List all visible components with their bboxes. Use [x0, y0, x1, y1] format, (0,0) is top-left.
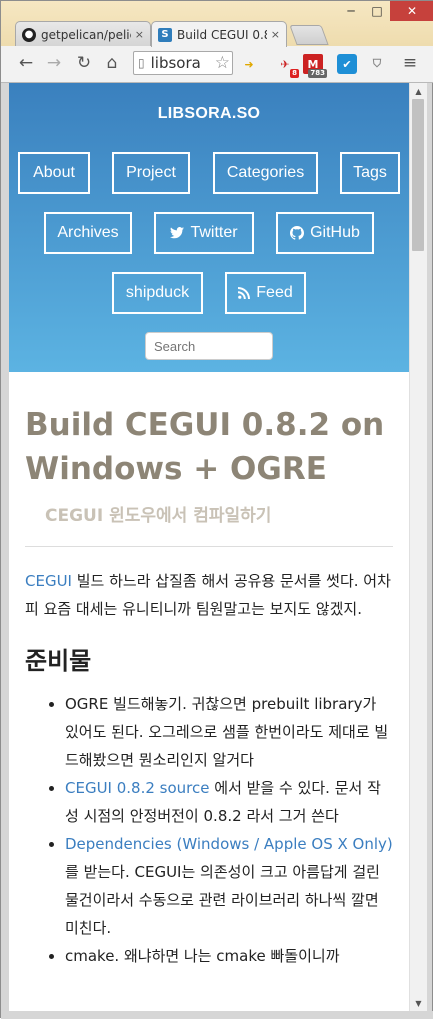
article-title: Build CEGUI 0.8.2 on Windows + OGRE — [25, 407, 385, 487]
forward-button[interactable]: → — [43, 52, 65, 74]
page-icon: ▯ — [138, 56, 145, 70]
search-input[interactable] — [145, 332, 273, 360]
browser-toolbar: ← → ↻ ⌂ ▯ libsora ☆ ➜ ✈ 8 M 783 ✔ ⛉ ≡ — [1, 46, 433, 83]
intro-paragraph: CEGUI 빌드 하느라 삽질좀 해서 공유용 문서를 썻다. 어차피 요즘 대… — [25, 567, 393, 623]
github-icon — [290, 226, 305, 240]
gmail-extension-icon[interactable]: M 783 — [303, 54, 327, 78]
scroll-up-icon[interactable]: ▲ — [410, 83, 427, 99]
tab-bar: ● getpelican/pelic × S Build CEGUI 0.8 ×… — [1, 1, 433, 47]
s-icon: S — [158, 27, 172, 42]
nav-label: Archives — [57, 224, 119, 241]
arrow-extension-icon[interactable]: ➜ — [239, 54, 259, 74]
home-button[interactable]: ⌂ — [101, 52, 123, 74]
list-item: CEGUI 0.8.2 source 에서 받을 수 있다. 문서 작성 시점의… — [65, 774, 393, 830]
divider — [25, 546, 393, 547]
article-subtitle: CEGUI 윈도우에서 컴파일하기 — [45, 506, 272, 526]
section-heading: 준비물 — [25, 647, 92, 675]
nav-label: GitHub — [310, 224, 360, 241]
list-item: Dependencies (Windows / Apple OS X Only)… — [65, 830, 393, 942]
nav-label: Tags — [353, 164, 387, 181]
github-icon: ● — [22, 27, 36, 42]
reload-button[interactable]: ↻ — [73, 52, 95, 74]
tab-cegui[interactable]: S Build CEGUI 0.8 × — [151, 21, 287, 47]
nav-github[interactable]: GitHub — [276, 212, 374, 254]
new-tab-button[interactable] — [289, 25, 329, 45]
rss-icon — [238, 287, 251, 299]
check-extension-icon[interactable]: ✔ — [337, 54, 357, 74]
browser-window: ● getpelican/pelic × S Build CEGUI 0.8 ×… — [0, 0, 433, 1019]
back-button[interactable]: ← — [15, 52, 37, 74]
list-item: OGRE 빌드해놓기. 귀찮으면 prebuilt library가 있어도 된… — [65, 690, 393, 774]
nav-tags[interactable]: Tags — [340, 152, 400, 194]
list-item-text: 를 받는다. CEGUI는 의존성이 크고 아름답게 걸린 물건이라서 수동으로… — [65, 863, 380, 937]
extension-badge: 783 — [308, 69, 327, 78]
nav-feed[interactable]: Feed — [225, 272, 306, 314]
nav-label: About — [33, 164, 75, 181]
close-window-button[interactable]: ✕ — [390, 1, 433, 21]
tab-title: getpelican/pelic — [41, 27, 131, 42]
cegui-source-link[interactable]: CEGUI 0.8.2 source — [65, 779, 210, 797]
page-viewport: LIBSORA.SO About Project Categories Tags… — [9, 83, 409, 1011]
minimize-button[interactable]: ─ — [338, 1, 364, 21]
cegui-link[interactable]: CEGUI — [25, 572, 72, 590]
bookmark-star-icon[interactable]: ☆ — [214, 53, 230, 73]
nav-shipduck[interactable]: shipduck — [112, 272, 203, 314]
nav-twitter[interactable]: Twitter — [154, 212, 254, 254]
url-text: libsora — [150, 54, 201, 72]
nav-label: Project — [126, 164, 176, 181]
tab-close-icon[interactable]: × — [271, 28, 280, 41]
list-item: cmake. 왜냐하면 나는 cmake 빠돌이니까 — [65, 942, 393, 970]
nav-label: Feed — [256, 284, 293, 301]
shield-extension-icon[interactable]: ⛉ — [367, 54, 387, 74]
list-item-text: cmake. 왜냐하면 나는 cmake 빠돌이니까 — [65, 947, 340, 965]
maximize-button[interactable]: □ — [364, 1, 390, 21]
nav-categories[interactable]: Categories — [213, 152, 318, 194]
article: Build CEGUI 0.8.2 on Windows + OGRE CEGU… — [25, 403, 393, 970]
tab-close-icon[interactable]: × — [135, 28, 144, 41]
list-item-text: OGRE 빌드해놓기. 귀찮으면 prebuilt library가 있어도 된… — [65, 695, 389, 769]
menu-icon[interactable]: ≡ — [399, 52, 421, 74]
scrollbar-thumb[interactable] — [412, 99, 424, 251]
nav-archives[interactable]: Archives — [44, 212, 132, 254]
extension-badge: 8 — [290, 69, 299, 78]
nav-label: Categories — [226, 164, 305, 181]
site-title[interactable]: LIBSORA.SO — [9, 105, 409, 123]
plane-extension-icon[interactable]: ✈ 8 — [275, 54, 299, 78]
vertical-scrollbar[interactable]: ▲ ▼ — [409, 83, 427, 1011]
dependencies-link[interactable]: Dependencies (Windows / Apple OS X Only) — [65, 835, 393, 853]
site-header: LIBSORA.SO About Project Categories Tags… — [9, 83, 409, 372]
scroll-down-icon[interactable]: ▼ — [410, 995, 427, 1011]
prereq-list: OGRE 빌드해놓기. 귀찮으면 prebuilt library가 있어도 된… — [25, 690, 393, 970]
nav-about[interactable]: About — [18, 152, 90, 194]
nav-project[interactable]: Project — [112, 152, 190, 194]
nav-label: shipduck — [125, 284, 190, 301]
address-bar[interactable]: ▯ libsora ☆ — [133, 51, 233, 75]
twitter-icon — [170, 227, 185, 239]
tab-title: Build CEGUI 0.8 — [177, 27, 267, 42]
nav-label: Twitter — [190, 224, 238, 241]
tab-github[interactable]: ● getpelican/pelic × — [15, 21, 151, 47]
intro-text: 빌드 하느라 삽질좀 해서 공유용 문서를 썻다. 어차피 요즘 대세는 유니티… — [25, 572, 391, 618]
